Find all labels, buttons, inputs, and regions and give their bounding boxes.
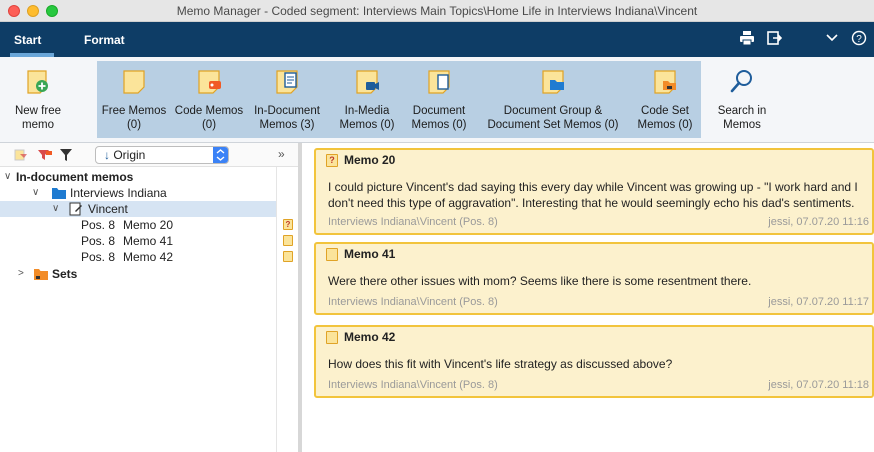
memo-text: How does this fit with Vincent's life st… bbox=[328, 357, 673, 371]
memo-icon bbox=[326, 248, 338, 261]
free-memos-label: Free Memos bbox=[101, 105, 167, 117]
in-document-memos-label: In-Document bbox=[254, 105, 320, 117]
tab-start[interactable]: Start bbox=[14, 33, 41, 47]
code-set-memos-button[interactable]: Code Set Memos (0) bbox=[630, 57, 700, 134]
memo-author-date: jessi, 07.07.20 11:18 bbox=[768, 379, 869, 391]
memo-name: Memo 20 bbox=[123, 218, 174, 232]
in-media-memos-label: In-Media bbox=[344, 105, 390, 117]
code-filter-icon[interactable] bbox=[37, 148, 52, 162]
free-memos-count: (0) bbox=[126, 119, 142, 131]
memo-text: I could picture Vincent's dad saying thi… bbox=[328, 180, 858, 210]
code-memo-icon bbox=[195, 67, 223, 95]
in-document-memos-count: Memos (3) bbox=[259, 119, 315, 131]
chevron-down-icon[interactable]: ∨ bbox=[52, 201, 59, 217]
in-media-memos-count: Memos (0) bbox=[339, 119, 395, 131]
tab-format[interactable]: Format bbox=[84, 33, 125, 47]
memo-icon bbox=[326, 331, 338, 344]
memo-author-date: jessi, 07.07.20 11:17 bbox=[768, 296, 869, 308]
in-document-memos-button[interactable]: In-Document Memos (3) bbox=[249, 57, 325, 134]
sort-arrow-icon: ↓ bbox=[104, 148, 110, 162]
document-memos-label: Document bbox=[412, 105, 466, 117]
code-set-memo-icon bbox=[651, 67, 679, 95]
document-memo-icon bbox=[425, 67, 453, 95]
memo-name: Memo 41 bbox=[123, 234, 174, 248]
tree-toolbar: ↓ Origin » bbox=[0, 143, 298, 167]
memo-author-date: jessi, 07.07.20 11:16 bbox=[768, 216, 869, 228]
memo-card[interactable]: Memo 42 How does this fit with Vincent's… bbox=[314, 325, 874, 398]
chevron-down-icon[interactable]: ∨ bbox=[4, 169, 11, 185]
tree-column-divider bbox=[276, 167, 277, 452]
memo-icon[interactable] bbox=[283, 251, 293, 262]
set-folder-icon bbox=[34, 268, 48, 284]
memo-card[interactable]: ? Memo 20 I could picture Vincent's dad … bbox=[314, 148, 874, 235]
svg-text:?: ? bbox=[856, 34, 862, 45]
document-memos-button[interactable]: Document Memos (0) bbox=[404, 57, 474, 134]
tree-selection-highlight bbox=[0, 201, 276, 217]
search-icon bbox=[728, 67, 756, 95]
question-memo-icon: ? bbox=[326, 154, 338, 167]
memo-text: Were there other issues with mom? Seems … bbox=[328, 274, 752, 288]
search-in-memos-button[interactable]: Search in Memos bbox=[708, 57, 776, 134]
memo-title: Memo 20 bbox=[344, 153, 396, 167]
filter-icon[interactable] bbox=[60, 148, 74, 162]
code-memos-button[interactable]: Code Memos (0) bbox=[171, 57, 247, 134]
memo-position: Pos. 8 bbox=[81, 218, 116, 232]
free-memo-icon bbox=[120, 67, 148, 95]
export-icon[interactable] bbox=[765, 30, 783, 48]
memo-title: Memo 41 bbox=[344, 247, 396, 261]
memo-source-link[interactable]: Interviews Indiana\Vincent (Pos. 8) bbox=[328, 296, 498, 308]
document-group-memos-count: Document Set Memos (0) bbox=[487, 119, 619, 131]
tree-item-memo[interactable]: Pos. 8 Memo 41 bbox=[81, 233, 271, 249]
in-document-memo-icon bbox=[273, 67, 301, 95]
chevron-down-icon[interactable] bbox=[823, 30, 841, 48]
in-media-memos-button[interactable]: In-Media Memos (0) bbox=[333, 57, 401, 134]
code-memos-count: (0) bbox=[201, 119, 217, 131]
document-group-memos-label: Document Group & bbox=[503, 105, 603, 117]
memo-title: Memo 42 bbox=[344, 330, 396, 344]
memo-position: Pos. 8 bbox=[81, 250, 116, 264]
chevron-down-icon[interactable]: ∨ bbox=[32, 185, 39, 201]
select-stepper-icon bbox=[213, 147, 228, 163]
help-icon[interactable]: ? bbox=[850, 30, 868, 48]
sort-origin-select[interactable]: ↓ Origin bbox=[95, 146, 229, 164]
memo-card[interactable]: Memo 41 Were there other issues with mom… bbox=[314, 242, 874, 315]
new-free-memo-button[interactable]: New free memo bbox=[6, 57, 70, 134]
search-in-memos-label: Search in bbox=[717, 105, 767, 117]
print-icon[interactable] bbox=[738, 30, 756, 48]
search-in-memos-sublabel: Memos bbox=[723, 119, 761, 131]
memo-icon[interactable] bbox=[283, 235, 293, 246]
title-bar: Memo Manager - Coded segment: Interviews… bbox=[0, 0, 874, 22]
collapse-panel-icon[interactable]: » bbox=[278, 147, 285, 161]
window-title: Memo Manager - Coded segment: Interviews… bbox=[176, 4, 698, 18]
document-memos-count: Memos (0) bbox=[411, 119, 467, 131]
memo-filter-icon[interactable] bbox=[14, 148, 28, 162]
memo-source-link[interactable]: Interviews Indiana\Vincent (Pos. 8) bbox=[328, 379, 498, 391]
memo-name: Memo 42 bbox=[123, 250, 174, 264]
new-memo-icon bbox=[24, 67, 52, 95]
ribbon: New free memo Free Memos (0) Code Memos (0… bbox=[0, 57, 874, 143]
ribbon-tab-bar: Start Format ? bbox=[0, 22, 874, 57]
new-free-memo-label: New free memo bbox=[14, 105, 62, 131]
code-set-memos-label: Code Set bbox=[641, 105, 689, 117]
free-memos-button[interactable]: Free Memos (0) bbox=[99, 57, 169, 134]
tree-label-sets: Sets bbox=[52, 267, 78, 281]
memo-list-panel: ? Memo 20 I could picture Vincent's dad … bbox=[302, 143, 874, 452]
chevron-right-icon[interactable]: > bbox=[18, 266, 24, 282]
in-media-memo-icon bbox=[353, 67, 381, 95]
tree-label-root: In-document memos bbox=[16, 170, 134, 184]
document-group-set-memos-button[interactable]: Document Group & Document Set Memos (0) bbox=[482, 57, 624, 134]
memo-position: Pos. 8 bbox=[81, 234, 116, 248]
sort-origin-value: Origin bbox=[113, 148, 146, 162]
tree-label-group: Interviews Indiana bbox=[70, 186, 167, 200]
document-group-memo-icon bbox=[539, 67, 567, 95]
memo-source-link[interactable]: Interviews Indiana\Vincent (Pos. 8) bbox=[328, 216, 498, 228]
tree-item-memo[interactable]: Pos. 8 Memo 42 bbox=[81, 249, 271, 265]
tree-label-document: Vincent bbox=[88, 202, 128, 216]
question-memo-icon[interactable]: ? bbox=[283, 219, 293, 230]
memo-tree-panel: ↓ Origin » ∨ In-document memos ∨ Intervi… bbox=[0, 143, 298, 452]
code-memos-label: Code Memos bbox=[174, 105, 244, 117]
code-set-memos-count: Memos (0) bbox=[637, 119, 693, 131]
tree-item-memo[interactable]: Pos. 8 Memo 20 bbox=[81, 217, 271, 233]
